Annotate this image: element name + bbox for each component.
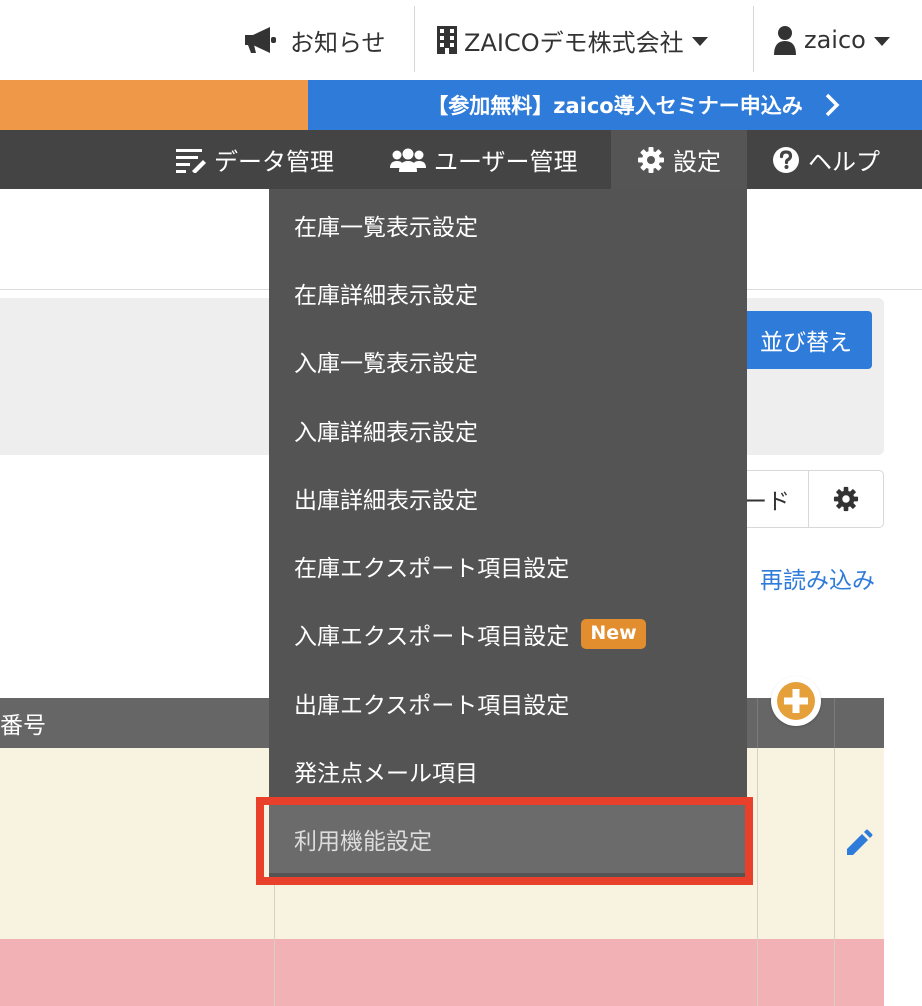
nav-user-management[interactable]: ユーザー管理 — [390, 130, 578, 189]
mode-label: ード — [744, 489, 790, 515]
banner-accent — [0, 80, 308, 130]
menu-item-stock-list-display[interactable]: 在庫一覧表示設定 — [269, 191, 747, 259]
main-nav: データ管理 ユーザー管理 設定 ヘルプ — [0, 130, 922, 189]
menu-item-inbound-detail-display[interactable]: 入庫詳細表示設定 — [269, 396, 747, 464]
data-list-icon — [176, 148, 206, 173]
nav-settings[interactable]: 設定 — [611, 130, 747, 189]
column-divider — [834, 698, 835, 748]
pencil-icon — [847, 829, 873, 855]
banner-text: 【参加無料】zaico導入セミナー申込み — [427, 94, 803, 118]
building-icon — [437, 26, 457, 54]
column-header-number: 番号 — [0, 713, 46, 739]
add-column-button[interactable] — [771, 676, 821, 726]
notice-label: お知らせ — [290, 28, 386, 57]
notice-link[interactable]: お知らせ — [244, 0, 386, 80]
reload-link[interactable]: 再読み込み — [740, 562, 875, 594]
gear-icon — [638, 146, 664, 173]
column-divider — [834, 748, 835, 1006]
nav-help-label: ヘルプ — [808, 148, 880, 176]
company-label: ZAICOデモ株式会社 — [464, 28, 684, 57]
menu-item-label: 在庫詳細表示設定 — [294, 283, 478, 309]
menu-item-label: 在庫一覧表示設定 — [294, 215, 478, 241]
divider — [753, 6, 754, 72]
chevron-right-icon — [825, 93, 840, 117]
menu-item-label: 入庫エクスポート項目設定 — [294, 624, 570, 650]
menu-item-outbound-detail-display[interactable]: 出庫詳細表示設定 — [269, 464, 747, 532]
nav-settings-label: 設定 — [673, 148, 721, 176]
menu-item-outbound-export-fields[interactable]: 出庫エクスポート項目設定 — [269, 669, 747, 737]
nav-users-label: ユーザー管理 — [434, 148, 578, 176]
user-label: zaico — [804, 26, 866, 54]
company-selector[interactable]: ZAICOデモ株式会社 — [436, 0, 708, 80]
menu-item-stock-detail-display[interactable]: 在庫詳細表示設定 — [269, 259, 747, 327]
menu-item-reorder-point-email[interactable]: 発注点メール項目 — [269, 737, 747, 805]
new-badge: New — [581, 619, 646, 649]
megaphone-icon — [245, 27, 276, 53]
table-row[interactable] — [0, 939, 884, 1006]
edit-row-button[interactable] — [845, 829, 873, 861]
account-bar: お知らせ ZAICOデモ株式会社 zaico — [0, 0, 922, 80]
nav-data-label: データ管理 — [214, 148, 334, 176]
column-divider — [757, 698, 758, 748]
menu-item-inbound-export-fields[interactable]: 入庫エクスポート項目設定 New — [269, 600, 747, 668]
divider — [414, 6, 415, 72]
users-icon — [390, 148, 426, 172]
sort-button[interactable]: 並び替え — [730, 311, 872, 369]
reload-label: 再読み込み — [760, 568, 875, 594]
menu-item-label: 出庫詳細表示設定 — [294, 488, 478, 514]
menu-item-inbound-list-display[interactable]: 入庫一覧表示設定 — [269, 327, 747, 395]
nav-help[interactable]: ヘルプ — [772, 130, 880, 189]
menu-item-label: 入庫一覧表示設定 — [294, 351, 478, 377]
table-settings-button[interactable] — [809, 471, 883, 527]
highlight-box — [256, 797, 753, 885]
menu-item-stock-export-fields[interactable]: 在庫エクスポート項目設定 — [269, 532, 747, 600]
sort-label: 並び替え — [760, 330, 852, 356]
chevron-down-icon — [691, 36, 708, 46]
column-divider — [757, 748, 758, 1006]
menu-item-label: 在庫エクスポート項目設定 — [294, 556, 570, 582]
menu-item-label: 出庫エクスポート項目設定 — [294, 693, 570, 719]
gear-icon — [833, 486, 859, 512]
menu-item-label: 発注点メール項目 — [294, 761, 478, 787]
user-icon — [774, 26, 796, 55]
menu-item-label: 入庫詳細表示設定 — [294, 420, 478, 446]
question-circle-icon — [773, 146, 799, 173]
seminar-banner-link[interactable]: 【参加無料】zaico導入セミナー申込み — [308, 80, 922, 130]
chevron-down-icon — [873, 36, 890, 46]
plus-circle-icon — [777, 682, 815, 720]
user-menu[interactable]: zaico — [774, 0, 890, 80]
nav-data-management[interactable]: データ管理 — [176, 130, 334, 189]
settings-dropdown-menu: 在庫一覧表示設定 在庫詳細表示設定 入庫一覧表示設定 入庫詳細表示設定 出庫詳細… — [269, 189, 747, 883]
